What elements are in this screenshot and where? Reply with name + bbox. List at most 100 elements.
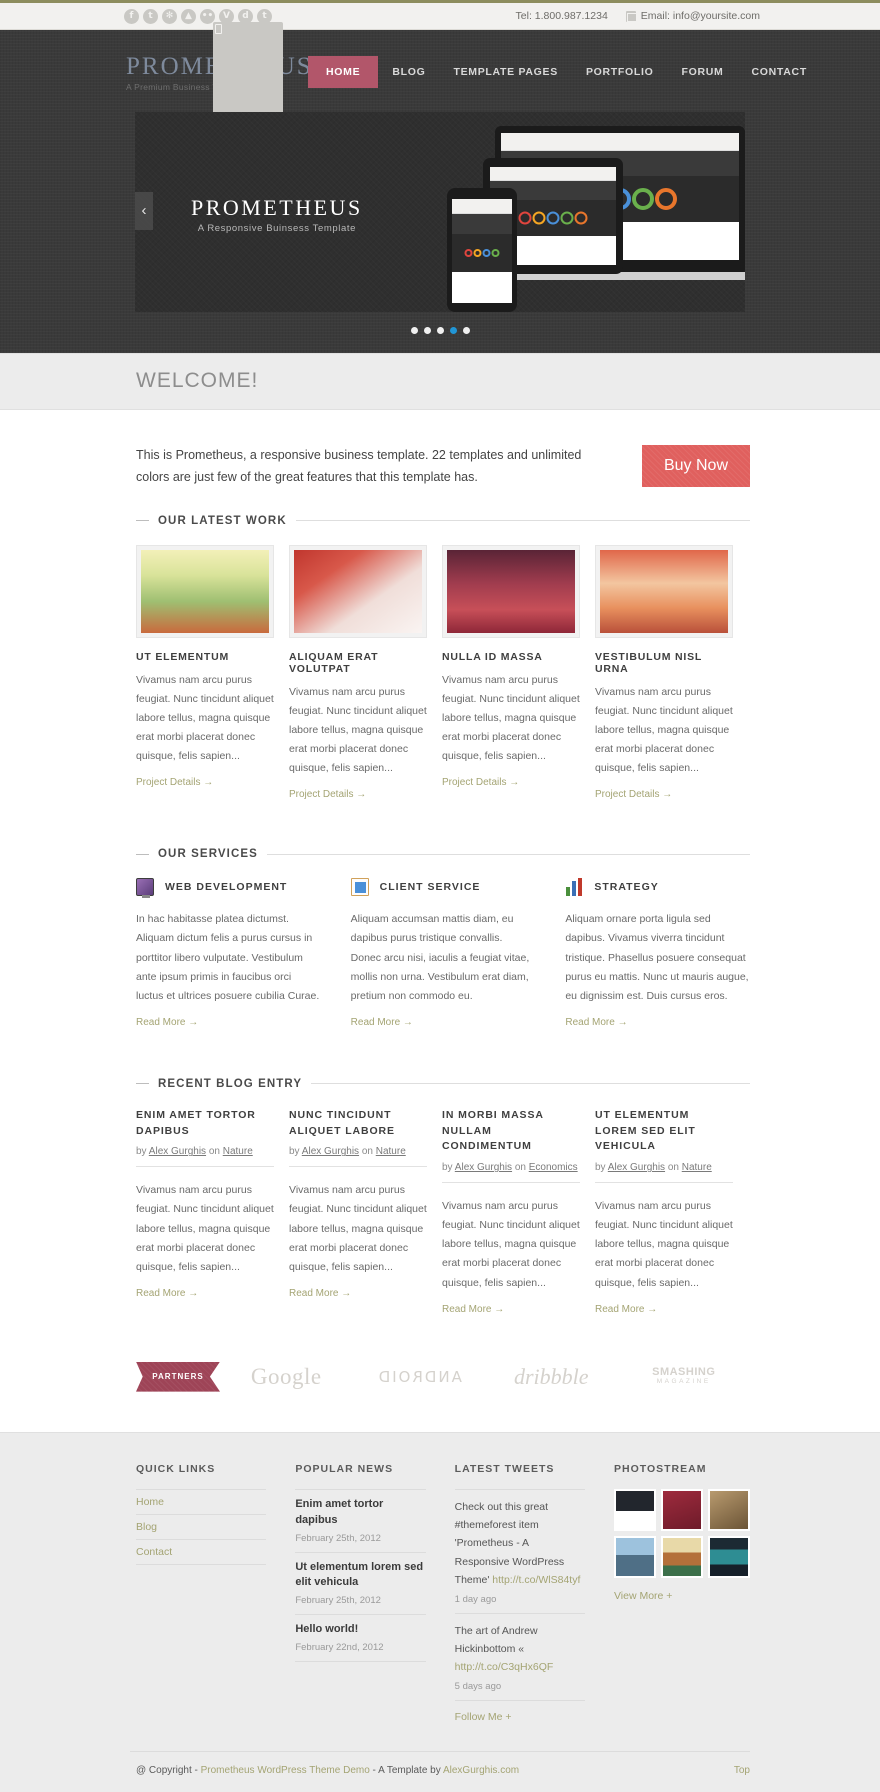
portfolio-title: ALIQUAM ERAT VOLUTPAT xyxy=(289,650,379,675)
slider-dot-1[interactable] xyxy=(410,327,418,334)
service-title: WEB DEVELOPMENT xyxy=(165,881,288,894)
blog-category-link[interactable]: Economics xyxy=(529,1162,578,1173)
photostream-thumb[interactable] xyxy=(707,1488,750,1531)
portfolio-item: UT ELEMENTUM Vivamus nam arcu purus feugi… xyxy=(136,544,274,803)
read-more-link[interactable]: Read More → xyxy=(136,1288,198,1299)
photostream-thumb[interactable] xyxy=(660,1488,703,1531)
slider-prev-button[interactable]: ‹ xyxy=(135,192,153,230)
read-more-link[interactable]: Read More → xyxy=(442,1304,504,1315)
tweet-url[interactable]: http://t.co/WlS84tyf xyxy=(492,1574,580,1586)
main-navigation: HOME BLOG TEMPLATE PAGES PORTFOLIO FORUM CONT… xyxy=(308,56,821,88)
meta-on: on xyxy=(665,1162,682,1174)
nav-item-blog[interactable]: BLOG xyxy=(378,56,439,88)
dribbble-logo[interactable]: dribbble xyxy=(485,1364,618,1390)
footer-link-home[interactable]: Home xyxy=(136,1488,267,1515)
portfolio-image xyxy=(294,549,422,633)
portfolio-thumbnail[interactable] xyxy=(595,544,733,638)
portfolio-thumbnail[interactable] xyxy=(442,544,580,638)
meta-on: on xyxy=(359,1146,376,1158)
blog-category-link[interactable]: Nature xyxy=(682,1162,712,1173)
slider-dot-5[interactable] xyxy=(462,327,470,334)
facebook-icon[interactable]: f xyxy=(124,8,139,24)
photostream-thumb[interactable] xyxy=(660,1535,703,1578)
slider-dot-2[interactable] xyxy=(423,327,431,334)
portfolio-thumbnail[interactable] xyxy=(136,544,274,638)
project-details-link[interactable]: Project Details → xyxy=(289,789,366,800)
blog-post-meta: by Alex Gurghis on Nature xyxy=(136,1146,274,1157)
service-header: WEB DEVELOPMENT xyxy=(136,878,321,899)
nav-item-contact[interactable]: CONTACT xyxy=(738,56,821,88)
blog-author-link[interactable]: Alex Gurghis xyxy=(149,1146,206,1157)
photostream-thumb[interactable] xyxy=(613,1535,656,1578)
footer-link-blog[interactable]: Blog xyxy=(136,1515,267,1540)
follow-me-link[interactable]: Follow Me + xyxy=(455,1711,512,1723)
blog-post-title[interactable]: IN MORBI MASSA NULLAM CONDIMENTUM xyxy=(442,1108,580,1155)
blog-author-link[interactable]: Alex Gurghis xyxy=(455,1162,512,1173)
tweet-text: The art of Andrew Hickinbottom « http://… xyxy=(454,1624,554,1674)
tweet-url[interactable]: http://t.co/C3qHx6QF xyxy=(455,1661,554,1673)
back-to-top-link[interactable]: Top xyxy=(734,1765,750,1776)
project-details-link[interactable]: Project Details → xyxy=(442,777,519,788)
section-header-latest-work: OUR LATEST WORK xyxy=(130,515,750,527)
photostream-thumb[interactable] xyxy=(707,1535,750,1578)
smashing-magazine-logo[interactable]: SMASHING MAGAZINE xyxy=(618,1367,751,1385)
slider-dot-3[interactable] xyxy=(436,327,444,334)
flickr-icon[interactable]: •• xyxy=(200,8,215,24)
meta-on: on xyxy=(512,1162,529,1174)
dribbble-icon[interactable]: ✻ xyxy=(162,8,177,24)
phone-mockup xyxy=(447,188,517,312)
buy-now-button[interactable]: Buy Now xyxy=(641,445,750,487)
portfolio-excerpt: Vivamus nam arcu purus feugiat. Nunc tin… xyxy=(289,685,427,775)
blog-post-title[interactable]: UT ELEMENTUM LOREM SED ELIT VEHICULA xyxy=(595,1108,733,1155)
author-link[interactable]: AlexGurghis.com xyxy=(443,1765,519,1776)
delicious-icon[interactable]: ▲ xyxy=(181,8,196,24)
welcome-band: WELCOME! xyxy=(0,353,880,410)
view-more-link[interactable]: View More + xyxy=(614,1590,672,1602)
portfolio-thumbnail[interactable] xyxy=(289,544,427,638)
read-more-link[interactable]: Read More → xyxy=(136,1017,198,1028)
blog-divider xyxy=(595,1182,733,1184)
photostream-thumb[interactable] xyxy=(613,1488,656,1531)
blog-post-title[interactable]: NUNC TINCIDUNT ALIQUET LABORE xyxy=(289,1108,427,1140)
android-logo[interactable]: ANDROID xyxy=(353,1368,486,1386)
slide-subtitle: A Responsive Buinsess Template xyxy=(197,223,356,234)
slider-dot-4[interactable] xyxy=(449,327,457,334)
footer-link-contact[interactable]: Contact xyxy=(136,1540,267,1565)
blog-category-link[interactable]: Nature xyxy=(223,1146,253,1157)
email-text[interactable]: Email: info@yoursite.com xyxy=(641,10,760,22)
meta-by: by xyxy=(442,1162,455,1174)
news-entry-title[interactable]: Ut elementum lorem sed elit vehicula xyxy=(295,1560,425,1592)
section-title: OUR LATEST WORK xyxy=(158,514,287,527)
read-more-link[interactable]: Read More → xyxy=(565,1017,627,1028)
google-logo[interactable]: Google xyxy=(220,1364,353,1390)
nav-item-home[interactable]: HOME xyxy=(308,56,379,88)
news-entry-date: February 25th, 2012 xyxy=(295,1532,381,1544)
news-entry: Hello world! February 22nd, 2012 xyxy=(295,1615,426,1663)
footer-latest-tweets: LATEST TWEETS Check out this great #them… xyxy=(454,1463,585,1725)
project-details-link[interactable]: Project Details → xyxy=(136,777,213,788)
nav-item-portfolio[interactable]: PORTFOLIO xyxy=(572,56,668,88)
hero-slider: ‹ › PROMETHEUS A Responsive Buinsess Tem… xyxy=(135,112,745,312)
nav-item-forum[interactable]: FORUM xyxy=(668,56,738,88)
tweet-entry: The art of Andrew Hickinbottom « http://… xyxy=(454,1614,585,1701)
blog-category-link[interactable]: Nature xyxy=(376,1146,406,1157)
blog-author-link[interactable]: Alex Gurghis xyxy=(608,1162,665,1173)
twitter-icon[interactable]: t xyxy=(143,8,158,24)
blog-item: UT ELEMENTUM LOREM SED ELIT VEHICULA by A… xyxy=(595,1108,733,1317)
blog-excerpt: Vivamus nam arcu purus feugiat. Nunc tin… xyxy=(595,1200,733,1289)
service-header: CLIENT SERVICE xyxy=(350,878,536,897)
footer-popular-news: POPULAR NEWS Enim amet tortor dapibus Feb… xyxy=(295,1463,426,1725)
bar-chart-bar xyxy=(578,878,583,897)
site-demo-link[interactable]: Prometheus WordPress Theme Demo xyxy=(201,1765,370,1776)
blog-author-link[interactable]: Alex Gurghis xyxy=(302,1146,359,1157)
read-more-link[interactable]: Read More → xyxy=(289,1288,351,1299)
read-more-link[interactable]: Read More → xyxy=(351,1017,413,1028)
read-more-link[interactable]: Read More → xyxy=(595,1304,657,1315)
blog-item: ENIM AMET TORTOR DAPIBUS by Alex Gurghis … xyxy=(136,1108,274,1317)
project-details-link[interactable]: Project Details → xyxy=(595,789,672,800)
news-entry-title[interactable]: Hello world! xyxy=(295,1622,425,1638)
blog-post-title[interactable]: ENIM AMET TORTOR DAPIBUS xyxy=(136,1108,274,1140)
slide-title: PROMETHEUS xyxy=(191,195,363,220)
portfolio-title: UT ELEMENTUM xyxy=(136,650,230,663)
nav-item-template-pages[interactable]: TEMPLATE PAGES xyxy=(439,56,572,88)
